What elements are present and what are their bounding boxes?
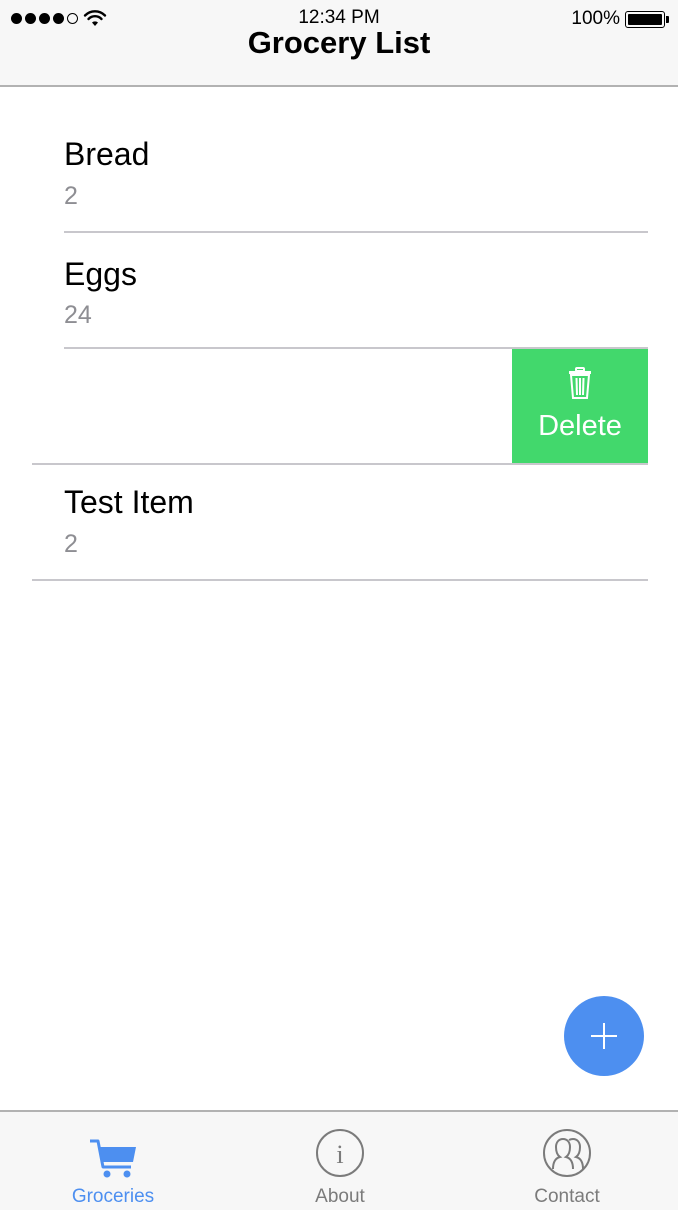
delete-button-label: Delete (538, 410, 622, 442)
people-icon (543, 1129, 591, 1177)
item-name: Bread (64, 136, 150, 172)
tab-bar: Groceries i About Contact (0, 1110, 678, 1210)
list-item[interactable]: Eggs 24 (0, 233, 678, 349)
cart-icon (90, 1139, 136, 1178)
tab-about[interactable]: i About (260, 1112, 420, 1210)
delete-button[interactable]: Delete (512, 349, 648, 463)
item-quantity: 2 (64, 530, 78, 558)
row-divider (32, 579, 648, 581)
trash-icon (569, 367, 591, 399)
list-item-swiped[interactable]: Delete (0, 349, 678, 465)
item-name: Eggs (64, 256, 137, 292)
info-icon: i (316, 1129, 364, 1177)
tab-groceries[interactable]: Groceries (33, 1112, 193, 1210)
tab-label: Groceries (71, 1186, 155, 1207)
item-quantity: 24 (64, 301, 92, 329)
plus-icon (591, 1023, 617, 1049)
svg-text:i: i (336, 1140, 343, 1169)
list-item[interactable]: Bread 2 (0, 88, 678, 233)
add-item-button[interactable] (564, 996, 644, 1076)
grocery-list: Bread 2 Eggs 24 Delete Test Item 2 (0, 88, 678, 581)
item-quantity: 2 (64, 182, 78, 210)
list-item[interactable]: Test Item 2 (0, 465, 678, 581)
navigation-bar: 12:34 PM 100% Grocery List (0, 0, 678, 87)
tab-contact[interactable]: Contact (487, 1112, 647, 1210)
page-title: Grocery List (247, 25, 431, 60)
tab-label: About (315, 1186, 365, 1207)
item-name: Test Item (64, 484, 194, 520)
tab-label: Contact (534, 1186, 600, 1207)
